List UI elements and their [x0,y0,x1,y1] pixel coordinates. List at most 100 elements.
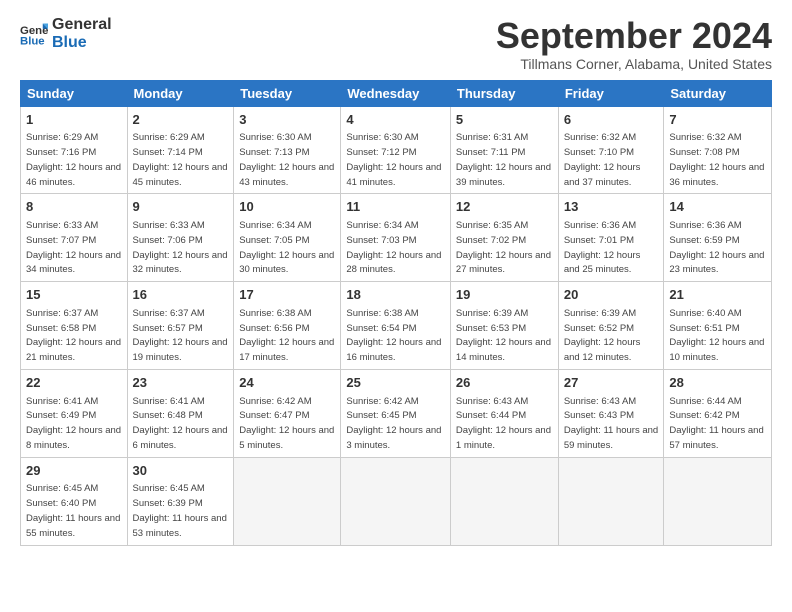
day-info: Sunrise: 6:40 AMSunset: 6:51 PMDaylight:… [669,308,764,363]
day-info: Sunrise: 6:42 AMSunset: 6:47 PMDaylight:… [239,396,334,451]
col-thursday: Thursday [450,80,558,106]
col-monday: Monday [127,80,234,106]
title-area: September 2024 Tillmans Corner, Alabama,… [496,16,772,72]
table-row: 9 Sunrise: 6:33 AMSunset: 7:06 PMDayligh… [127,194,234,282]
col-sunday: Sunday [21,80,128,106]
table-row: 18 Sunrise: 6:38 AMSunset: 6:54 PMDaylig… [341,282,451,370]
day-info: Sunrise: 6:44 AMSunset: 6:42 PMDaylight:… [669,396,763,451]
day-number: 21 [669,286,766,304]
table-row: 10 Sunrise: 6:34 AMSunset: 7:05 PMDaylig… [234,194,341,282]
day-info: Sunrise: 6:43 AMSunset: 6:43 PMDaylight:… [564,396,658,451]
svg-text:Blue: Blue [20,35,45,47]
day-number: 19 [456,286,553,304]
table-row: 22 Sunrise: 6:41 AMSunset: 6:49 PMDaylig… [21,369,128,457]
day-number: 23 [133,374,229,392]
table-row: 16 Sunrise: 6:37 AMSunset: 6:57 PMDaylig… [127,282,234,370]
day-info: Sunrise: 6:41 AMSunset: 6:49 PMDaylight:… [26,396,121,451]
calendar-week-row: 1 Sunrise: 6:29 AMSunset: 7:16 PMDayligh… [21,106,772,194]
day-number: 15 [26,286,122,304]
table-row: 1 Sunrise: 6:29 AMSunset: 7:16 PMDayligh… [21,106,128,194]
table-row: 27 Sunrise: 6:43 AMSunset: 6:43 PMDaylig… [558,369,664,457]
day-number: 16 [133,286,229,304]
day-info: Sunrise: 6:33 AMSunset: 7:07 PMDaylight:… [26,220,121,275]
table-row: 25 Sunrise: 6:42 AMSunset: 6:45 PMDaylig… [341,369,451,457]
calendar-week-row: 15 Sunrise: 6:37 AMSunset: 6:58 PMDaylig… [21,282,772,370]
col-tuesday: Tuesday [234,80,341,106]
location-subtitle: Tillmans Corner, Alabama, United States [496,56,772,72]
table-row: 14 Sunrise: 6:36 AMSunset: 6:59 PMDaylig… [664,194,772,282]
day-info: Sunrise: 6:42 AMSunset: 6:45 PMDaylight:… [346,396,441,451]
calendar-week-row: 29 Sunrise: 6:45 AMSunset: 6:40 PMDaylig… [21,457,772,545]
day-info: Sunrise: 6:35 AMSunset: 7:02 PMDaylight:… [456,220,551,275]
day-info: Sunrise: 6:34 AMSunset: 7:05 PMDaylight:… [239,220,334,275]
table-row: 17 Sunrise: 6:38 AMSunset: 6:56 PMDaylig… [234,282,341,370]
day-number: 12 [456,198,553,216]
calendar-week-row: 8 Sunrise: 6:33 AMSunset: 7:07 PMDayligh… [21,194,772,282]
logo: General Blue General Blue [20,16,112,51]
day-number: 3 [239,111,335,129]
table-row: 19 Sunrise: 6:39 AMSunset: 6:53 PMDaylig… [450,282,558,370]
day-number: 30 [133,462,229,480]
table-row: 28 Sunrise: 6:44 AMSunset: 6:42 PMDaylig… [664,369,772,457]
day-info: Sunrise: 6:41 AMSunset: 6:48 PMDaylight:… [133,396,228,451]
day-number: 27 [564,374,659,392]
table-row: 7 Sunrise: 6:32 AMSunset: 7:08 PMDayligh… [664,106,772,194]
day-number: 6 [564,111,659,129]
day-number: 24 [239,374,335,392]
day-number: 18 [346,286,445,304]
day-info: Sunrise: 6:29 AMSunset: 7:14 PMDaylight:… [133,132,228,187]
day-info: Sunrise: 6:32 AMSunset: 7:10 PMDaylight:… [564,132,641,187]
day-number: 2 [133,111,229,129]
table-row [341,457,451,545]
day-info: Sunrise: 6:37 AMSunset: 6:57 PMDaylight:… [133,308,228,363]
day-number: 4 [346,111,445,129]
day-number: 5 [456,111,553,129]
table-row: 29 Sunrise: 6:45 AMSunset: 6:40 PMDaylig… [21,457,128,545]
table-row: 3 Sunrise: 6:30 AMSunset: 7:13 PMDayligh… [234,106,341,194]
day-number: 22 [26,374,122,392]
table-row [664,457,772,545]
day-info: Sunrise: 6:33 AMSunset: 7:06 PMDaylight:… [133,220,228,275]
table-row: 5 Sunrise: 6:31 AMSunset: 7:11 PMDayligh… [450,106,558,194]
day-number: 14 [669,198,766,216]
table-row: 21 Sunrise: 6:40 AMSunset: 6:51 PMDaylig… [664,282,772,370]
day-number: 13 [564,198,659,216]
day-info: Sunrise: 6:30 AMSunset: 7:12 PMDaylight:… [346,132,441,187]
day-number: 9 [133,198,229,216]
calendar-week-row: 22 Sunrise: 6:41 AMSunset: 6:49 PMDaylig… [21,369,772,457]
day-number: 28 [669,374,766,392]
day-info: Sunrise: 6:43 AMSunset: 6:44 PMDaylight:… [456,396,551,451]
day-info: Sunrise: 6:38 AMSunset: 6:56 PMDaylight:… [239,308,334,363]
table-row: 30 Sunrise: 6:45 AMSunset: 6:39 PMDaylig… [127,457,234,545]
logo-line1: General [52,16,112,34]
col-wednesday: Wednesday [341,80,451,106]
table-row: 8 Sunrise: 6:33 AMSunset: 7:07 PMDayligh… [21,194,128,282]
day-info: Sunrise: 6:36 AMSunset: 6:59 PMDaylight:… [669,220,764,275]
header: General Blue General Blue September 2024… [20,16,772,72]
table-row: 15 Sunrise: 6:37 AMSunset: 6:58 PMDaylig… [21,282,128,370]
day-number: 20 [564,286,659,304]
day-number: 25 [346,374,445,392]
day-number: 7 [669,111,766,129]
day-info: Sunrise: 6:29 AMSunset: 7:16 PMDaylight:… [26,132,121,187]
calendar-header-row: Sunday Monday Tuesday Wednesday Thursday… [21,80,772,106]
day-info: Sunrise: 6:31 AMSunset: 7:11 PMDaylight:… [456,132,551,187]
day-info: Sunrise: 6:34 AMSunset: 7:03 PMDaylight:… [346,220,441,275]
table-row: 23 Sunrise: 6:41 AMSunset: 6:48 PMDaylig… [127,369,234,457]
calendar-table: Sunday Monday Tuesday Wednesday Thursday… [20,80,772,546]
table-row: 12 Sunrise: 6:35 AMSunset: 7:02 PMDaylig… [450,194,558,282]
month-title: September 2024 [496,16,772,56]
table-row: 20 Sunrise: 6:39 AMSunset: 6:52 PMDaylig… [558,282,664,370]
day-info: Sunrise: 6:36 AMSunset: 7:01 PMDaylight:… [564,220,641,275]
day-info: Sunrise: 6:39 AMSunset: 6:52 PMDaylight:… [564,308,641,363]
logo-line2: Blue [52,34,112,52]
col-saturday: Saturday [664,80,772,106]
day-info: Sunrise: 6:39 AMSunset: 6:53 PMDaylight:… [456,308,551,363]
table-row: 24 Sunrise: 6:42 AMSunset: 6:47 PMDaylig… [234,369,341,457]
day-info: Sunrise: 6:38 AMSunset: 6:54 PMDaylight:… [346,308,441,363]
day-info: Sunrise: 6:37 AMSunset: 6:58 PMDaylight:… [26,308,121,363]
page-container: General Blue General Blue September 2024… [0,0,792,556]
table-row: 13 Sunrise: 6:36 AMSunset: 7:01 PMDaylig… [558,194,664,282]
table-row: 4 Sunrise: 6:30 AMSunset: 7:12 PMDayligh… [341,106,451,194]
table-row: 11 Sunrise: 6:34 AMSunset: 7:03 PMDaylig… [341,194,451,282]
